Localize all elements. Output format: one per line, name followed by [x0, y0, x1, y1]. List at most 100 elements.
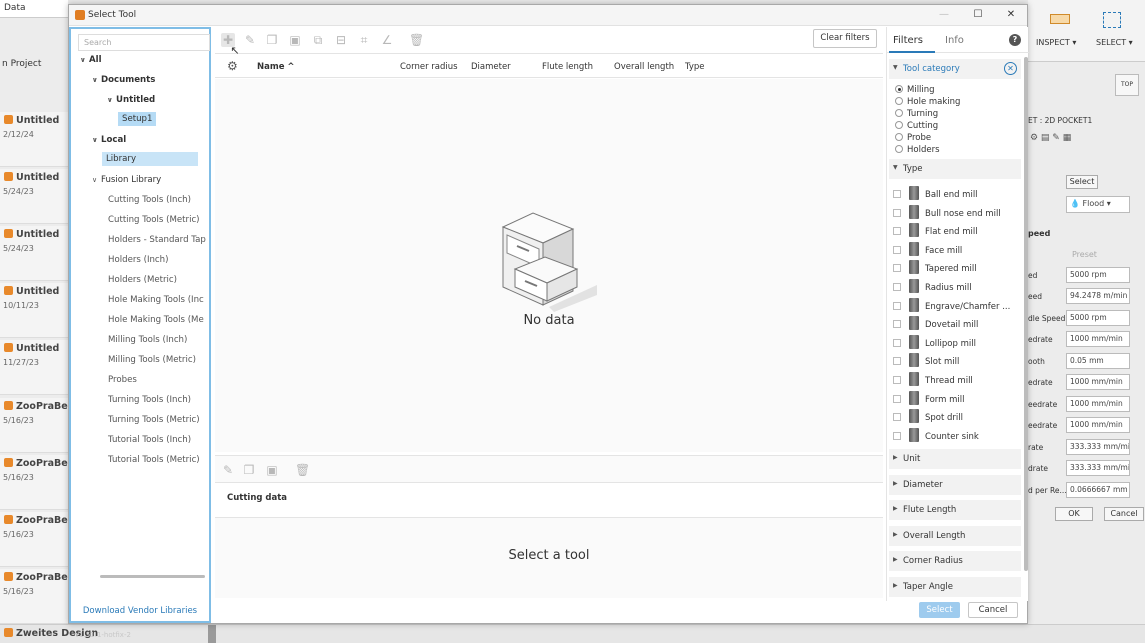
type-checkbox[interactable]: Thread mill: [893, 372, 973, 386]
settings-gear-icon[interactable]: ⚙: [227, 59, 238, 73]
operation-tab-icons[interactable]: ⚙ ▤ ✎ ▦: [1030, 133, 1110, 149]
param-field[interactable]: 333.333 mm/min: [1066, 439, 1130, 455]
maximize-button[interactable]: ☐: [965, 7, 991, 23]
checkbox-icon[interactable]: [893, 394, 901, 403]
view-cube[interactable]: TOP: [1115, 74, 1139, 96]
chevron-down-icon[interactable]: ∨: [92, 136, 101, 144]
column-diameter[interactable]: Diameter: [471, 62, 511, 72]
filter-section[interactable]: ▶ Taper Angle: [889, 577, 1021, 597]
param-field[interactable]: 1000 mm/min: [1066, 331, 1130, 347]
tree-item[interactable]: Hole Making Tools (Inc: [108, 295, 204, 305]
type-checkbox[interactable]: Flat end mill: [893, 223, 978, 238]
edit-icon[interactable]: ✎: [243, 33, 257, 47]
preset-select[interactable]: Preset: [1072, 250, 1097, 259]
tree-item[interactable]: ∨ All: [80, 55, 102, 65]
tree-item[interactable]: Holders (Metric): [108, 275, 177, 285]
chevron-down-icon[interactable]: ∨: [92, 76, 101, 84]
paste-icon[interactable]: ▣: [288, 33, 302, 47]
type-checkbox[interactable]: Spot drill: [893, 409, 963, 424]
cancel-button-bg[interactable]: Cancel: [1104, 507, 1144, 521]
ok-button[interactable]: OK: [1055, 507, 1093, 521]
checkbox-icon[interactable]: [893, 376, 901, 384]
project-item[interactable]: Untitled 11/27/23: [0, 340, 68, 395]
tree-item[interactable]: Setup1: [118, 112, 157, 126]
checkbox-icon[interactable]: [893, 301, 901, 310]
cancel-button[interactable]: Cancel: [968, 602, 1018, 618]
filter-section[interactable]: ▶ Flute Length: [889, 500, 1021, 521]
column-type[interactable]: Type: [685, 62, 705, 72]
measure-icon[interactable]: ⌗: [357, 33, 371, 47]
project-item[interactable]: ZooPraBen 5/16/23: [0, 455, 74, 510]
tree-item[interactable]: Tutorial Tools (Inch): [108, 435, 191, 445]
chevron-down-icon[interactable]: ∨: [107, 96, 116, 104]
param-field[interactable]: 5000 rpm: [1066, 267, 1130, 283]
delete-cutting-icon[interactable]: 🗑: [295, 463, 310, 477]
column-name[interactable]: Name ^: [257, 62, 295, 72]
filters-scrollbar[interactable]: [1024, 57, 1028, 571]
inspect-icon[interactable]: [1050, 14, 1070, 24]
coolant-select[interactable]: 💧 Flood ▾: [1066, 196, 1130, 213]
checkbox-icon[interactable]: [893, 208, 901, 217]
filter-section[interactable]: ▶ Overall Length: [889, 525, 1021, 546]
angle-icon[interactable]: ∠: [380, 33, 394, 47]
chevron-down-icon[interactable]: ∨: [80, 56, 89, 64]
help-icon[interactable]: ?: [1009, 34, 1021, 46]
type-checkbox[interactable]: Radius mill: [893, 279, 972, 293]
checkbox-icon[interactable]: [893, 338, 901, 347]
checkbox-icon[interactable]: [893, 357, 901, 366]
category-radio[interactable]: Hole making: [895, 97, 960, 107]
tree-item[interactable]: Milling Tools (Inch): [108, 335, 187, 345]
tree-item[interactable]: Tutorial Tools (Metric): [108, 455, 200, 465]
delete-icon[interactable]: 🗑: [409, 33, 424, 47]
project-item[interactable]: Untitled 5/24/23: [0, 169, 68, 224]
minimize-button[interactable]: —: [931, 7, 957, 23]
type-checkbox[interactable]: Tapered mill: [893, 260, 977, 275]
tree-item[interactable]: ∨ Local: [92, 135, 126, 145]
tree-item[interactable]: Cutting Tools (Metric): [108, 215, 200, 225]
tree-item[interactable]: Holders - Standard Tap: [108, 235, 206, 245]
duplicate-icon[interactable]: ⧉: [311, 33, 325, 47]
project-item[interactable]: Untitled 2/12/24: [0, 112, 68, 167]
copy-cutting-icon[interactable]: ❐: [242, 463, 256, 477]
category-radio[interactable]: Holders: [895, 145, 940, 155]
param-field[interactable]: 1000 mm/min: [1066, 374, 1130, 390]
type-checkbox[interactable]: Counter sink: [893, 427, 979, 442]
tab-info[interactable]: Info: [945, 35, 964, 46]
project-item[interactable]: Untitled 10/11/23: [0, 283, 68, 338]
type-checkbox[interactable]: Form mill: [893, 390, 964, 405]
column-overall-length[interactable]: Overall length: [614, 62, 674, 72]
project-item[interactable]: Untitled 5/24/23: [0, 226, 68, 281]
tab-filters[interactable]: Filters: [893, 35, 923, 46]
type-section[interactable]: ▼ Type: [889, 159, 1021, 179]
type-checkbox[interactable]: Dovetail mill: [893, 316, 978, 331]
param-field[interactable]: 94.2478 m/min: [1066, 288, 1130, 304]
filter-section[interactable]: ▶ Unit: [889, 449, 1021, 469]
category-radio[interactable]: Probe: [895, 133, 931, 143]
project-item[interactable]: ZooPraBen 5/16/23: [0, 569, 74, 624]
checkbox-icon[interactable]: [893, 413, 901, 422]
chevron-down-icon[interactable]: ∨: [92, 176, 101, 184]
tree-item[interactable]: Probes: [108, 375, 137, 385]
tool-category-section[interactable]: ▼ Tool category ✕: [889, 59, 1021, 79]
dialog-titlebar[interactable]: Select Tool — ☐ ✕: [69, 5, 1027, 26]
checkbox-icon[interactable]: [893, 190, 901, 198]
param-field[interactable]: 0.0666667 mm: [1066, 482, 1130, 498]
tree-item[interactable]: Library: [102, 152, 198, 166]
tree-item[interactable]: Holders (Inch): [108, 255, 168, 265]
tree-item[interactable]: Hole Making Tools (Me: [108, 315, 204, 325]
filter-section[interactable]: ▶ Corner Radius: [889, 551, 1021, 572]
checkbox-icon[interactable]: [893, 245, 901, 254]
checkbox-icon[interactable]: [893, 431, 901, 440]
inspect-menu[interactable]: INSPECT ▾: [1036, 38, 1076, 47]
download-vendor-libraries-link[interactable]: Download Vendor Libraries: [71, 606, 209, 616]
project-item[interactable]: ZooPraBen 5/16/23: [0, 512, 74, 567]
param-field[interactable]: 0.05 mm: [1066, 353, 1130, 369]
type-checkbox[interactable]: Bull nose end mill: [893, 204, 1001, 219]
project-item[interactable]: ZooPraBen 5/16/23: [0, 398, 74, 453]
category-radio[interactable]: Milling: [895, 85, 935, 95]
clear-filters-button[interactable]: Clear filters: [813, 29, 877, 48]
param-field[interactable]: 333.333 mm/min: [1066, 460, 1130, 476]
select-button[interactable]: Select: [919, 602, 960, 618]
category-radio[interactable]: Turning: [895, 109, 938, 119]
type-checkbox[interactable]: Lollipop mill: [893, 334, 976, 349]
